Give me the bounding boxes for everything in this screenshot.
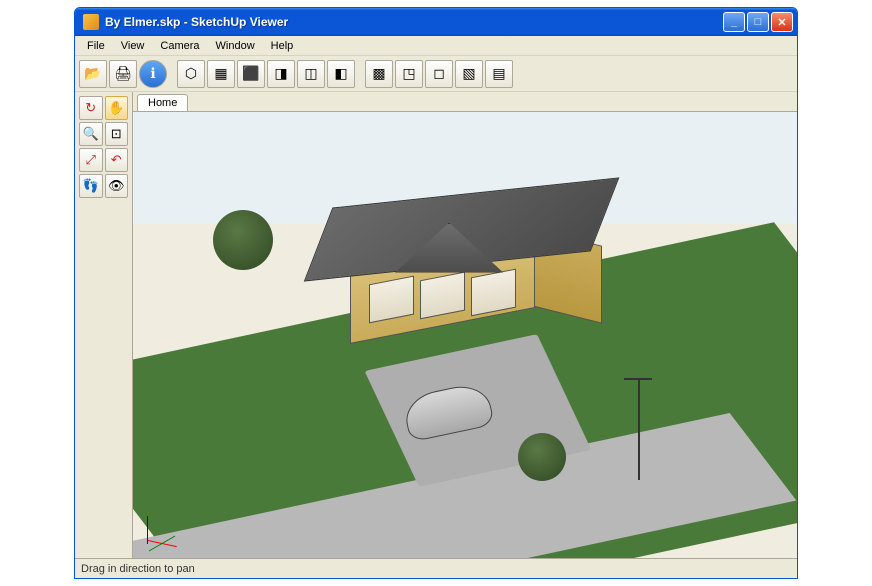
- iso-icon: ⬡: [185, 65, 197, 82]
- xray-icon: ▤: [492, 65, 505, 82]
- garage-door-1: [369, 275, 414, 323]
- status-hint: Drag in direction to pan: [81, 563, 195, 575]
- scene-lightpost: [638, 380, 640, 480]
- look-around-button[interactable]: 👁: [105, 174, 129, 198]
- style-xray-button[interactable]: ▤: [485, 60, 513, 88]
- axis-y: [149, 536, 175, 552]
- open-icon: 📂: [84, 65, 101, 82]
- viewport-area: Home: [133, 92, 797, 558]
- zoom-extents-icon: ⤢: [86, 152, 96, 168]
- garage-door-3: [471, 268, 516, 316]
- close-button[interactable]: ✕: [771, 12, 793, 32]
- orbit-icon: ↻: [85, 100, 96, 116]
- back-icon: ◫: [304, 65, 317, 82]
- scene-tree-2: [518, 433, 566, 481]
- pan-icon: ✋: [108, 100, 124, 116]
- minimize-button[interactable]: _: [723, 12, 745, 32]
- wireframe-icon: ◳: [402, 65, 415, 82]
- style-textured-button[interactable]: ▧: [455, 60, 483, 88]
- left-icon: ◧: [334, 65, 347, 82]
- previous-view-button[interactable]: ↶: [105, 148, 129, 172]
- titlebar: By Elmer.skp - SketchUp Viewer _ □ ✕: [75, 8, 797, 36]
- scene-tab-home[interactable]: Home: [137, 94, 188, 111]
- top-icon: ▦: [214, 65, 227, 82]
- style-wireframe-button[interactable]: ◳: [395, 60, 423, 88]
- scene-house: [306, 183, 625, 361]
- app-icon: [83, 14, 99, 30]
- print-button[interactable]: 🖨: [109, 60, 137, 88]
- previous-icon: ↶: [111, 152, 122, 168]
- window-title: By Elmer.skp - SketchUp Viewer: [103, 15, 723, 29]
- menu-view[interactable]: View: [113, 38, 153, 54]
- look-icon: 👁: [108, 178, 125, 194]
- scene-tree-1: [213, 210, 273, 270]
- shaded-icon: ▩: [372, 65, 385, 82]
- view-top-button[interactable]: ▦: [207, 60, 235, 88]
- view-right-button[interactable]: ◨: [267, 60, 295, 88]
- menubar: File View Camera Window Help: [75, 36, 797, 56]
- content-area: ↻ ✋ 🔍 ⊡ ⤢ ↶ 👣 👁 Home: [75, 92, 797, 558]
- app-window: By Elmer.skp - SketchUp Viewer _ □ ✕ Fil…: [74, 7, 798, 579]
- zoom-window-icon: ⊡: [111, 126, 122, 142]
- right-icon: ◨: [274, 65, 287, 82]
- statusbar: Drag in direction to pan: [75, 558, 797, 578]
- viewport-3d[interactable]: [133, 112, 797, 558]
- hidden-icon: ◻: [433, 65, 445, 82]
- zoom-extents-button[interactable]: ⤢: [79, 148, 103, 172]
- walk-icon: 👣: [83, 178, 99, 194]
- maximize-button[interactable]: □: [747, 12, 769, 32]
- pan-button[interactable]: ✋: [105, 96, 129, 120]
- orbit-button[interactable]: ↻: [79, 96, 103, 120]
- style-hidden-button[interactable]: ◻: [425, 60, 453, 88]
- style-shaded-button[interactable]: ▩: [365, 60, 393, 88]
- zoom-window-button[interactable]: ⊡: [105, 122, 129, 146]
- print-icon: 🖨: [114, 65, 132, 82]
- zoom-button[interactable]: 🔍: [79, 122, 103, 146]
- view-back-button[interactable]: ◫: [297, 60, 325, 88]
- zoom-icon: 🔍: [83, 126, 99, 142]
- front-icon: ⬛: [242, 65, 259, 82]
- menu-camera[interactable]: Camera: [152, 38, 207, 54]
- view-iso-button[interactable]: ⬡: [177, 60, 205, 88]
- info-button[interactable]: ℹ: [139, 60, 167, 88]
- open-button[interactable]: 📂: [79, 60, 107, 88]
- menu-file[interactable]: File: [79, 38, 113, 54]
- scene-tabs: Home: [133, 92, 797, 112]
- view-front-button[interactable]: ⬛: [237, 60, 265, 88]
- menu-window[interactable]: Window: [208, 38, 263, 54]
- toolbar: 📂 🖨 ℹ ⬡ ▦ ⬛ ◨ ◫ ◧ ▩ ◳ ◻ ▧ ▤: [75, 56, 797, 92]
- axis-z: [147, 516, 148, 544]
- menu-help[interactable]: Help: [263, 38, 302, 54]
- walk-button[interactable]: 👣: [79, 174, 103, 198]
- view-left-button[interactable]: ◧: [327, 60, 355, 88]
- textured-icon: ▧: [462, 65, 475, 82]
- axis-gizmo: [139, 512, 179, 552]
- info-icon: ℹ: [150, 65, 155, 82]
- window-controls: _ □ ✕: [723, 12, 793, 32]
- side-toolbar: ↻ ✋ 🔍 ⊡ ⤢ ↶ 👣 👁: [75, 92, 133, 558]
